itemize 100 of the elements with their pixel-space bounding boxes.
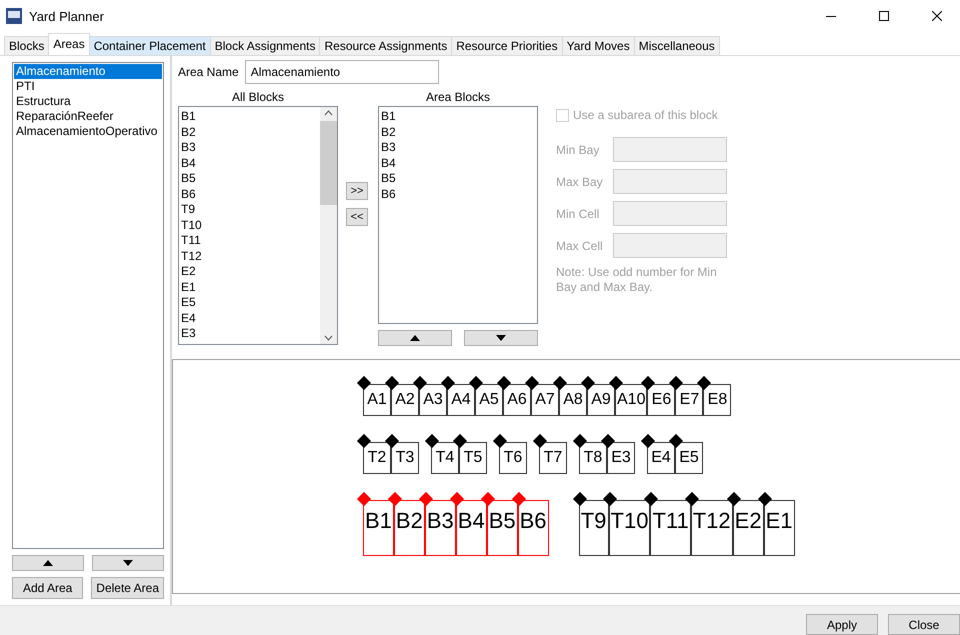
block-list-item[interactable]: B6 [381,186,535,202]
footer-button[interactable]: Close [888,614,960,635]
subarea-checkbox-label: Use a subarea of this block [573,108,718,122]
yard-block: A2 [391,384,419,416]
yard-block: E7 [675,384,704,416]
yard-block: B5 [486,500,518,556]
area-blocks-heading: Area Blocks [426,90,490,104]
down-arrow-icon [496,335,506,341]
yard-block: T5 [459,442,487,474]
field-label: Min Cell [556,206,600,220]
yard-block: E1 [764,500,794,556]
yard-block: E5 [675,442,703,474]
tab[interactable]: Blocks [4,36,50,55]
block-list-item[interactable]: E4 [181,310,318,326]
up-arrow-icon [43,560,53,566]
yard-block: T12 [690,500,733,556]
block-list-item[interactable]: B5 [181,171,318,186]
yard-block: A4 [447,384,475,416]
yard-block: E4 [647,442,675,474]
field-label: Max Bay [556,174,604,188]
block-list-item[interactable]: B2 [181,124,318,140]
move-down-button[interactable] [92,555,164,571]
all-blocks-heading: All Blocks [232,90,284,104]
yard-block: T9 [578,500,609,556]
block-list-item[interactable]: B1 [181,109,318,124]
block-list-item[interactable]: B4 [181,156,318,171]
yard-block: T7 [539,442,567,474]
yard-block: T8 [579,442,607,474]
field-label: Min Bay [556,142,600,156]
tab[interactable]: Yard Moves [562,36,635,55]
block-list-item[interactable]: E5 [181,295,318,310]
window-title: Yard Planner [29,8,105,24]
input-field[interactable] [613,169,727,194]
area-list-item[interactable]: Estructura [14,94,162,109]
yard-block: E6 [647,384,676,416]
scrollbar[interactable] [320,107,337,344]
transfer-button[interactable]: >> [346,182,368,200]
delete-area-button[interactable]: Delete Area [91,577,164,599]
field-label: Max Cell [556,238,604,252]
add-area-button[interactable]: Add Area [12,577,84,599]
yard-block: T3 [391,442,419,474]
block-list-item[interactable]: B3 [181,140,318,156]
yard-block: A1 [363,384,391,416]
block-list-item[interactable]: T11 [181,233,318,248]
block-list-item[interactable]: B3 [381,140,535,156]
yard-block: T10 [608,500,650,556]
transfer-button[interactable]: << [346,208,368,226]
block-list-item[interactable]: B2 [381,124,535,140]
move-up-button[interactable] [12,555,84,571]
yard-block: A9 [587,384,615,416]
yard-block: E2 [732,500,764,556]
yard-block: T6 [499,442,527,474]
tab[interactable]: Miscellaneous [634,36,720,55]
input-field[interactable] [613,201,727,226]
block-list-item[interactable]: T12 [181,248,318,264]
maximize-icon [879,11,889,21]
block-list-item[interactable]: E3 [181,326,318,342]
app-logo-icon [6,8,22,24]
yard-block: B3 [424,500,456,556]
area-name-field[interactable]: Almacenamiento [244,60,439,84]
yard-block: A10 [615,384,648,416]
block-list-item[interactable]: E2 [181,264,318,280]
tab[interactable]: Container Placement [88,36,211,55]
yard-block: A7 [531,384,559,416]
area-list-item[interactable]: AlmacenamientoOperativo [14,124,162,139]
yard-block: A3 [419,384,447,416]
move-down-button[interactable] [464,330,538,346]
tab[interactable]: Resource Priorities [451,36,563,55]
yard-block: T4 [431,442,459,474]
note-text: Note: Use odd number for Min Bay and Max Bay. [556,265,718,295]
area-name-label: Area Name [178,65,239,79]
area-list-item[interactable]: ReparaciónReefer [14,109,162,124]
yard-block: A8 [559,384,587,416]
area-list-item[interactable]: PTI [14,79,162,94]
yard-block: T11 [650,500,691,556]
footer-button[interactable]: Apply [806,614,878,635]
block-list-item[interactable]: B1 [381,109,535,124]
input-field[interactable] [613,233,727,258]
move-up-button[interactable] [378,330,452,346]
input-field[interactable] [613,137,727,162]
block-list-item[interactable]: B4 [381,156,535,171]
block-list-item[interactable]: T9 [181,202,318,218]
yard-block: A5 [475,384,503,416]
area-list-item[interactable]: Almacenamiento [14,64,162,79]
tab[interactable]: Block Assignments [210,36,320,55]
yard-block: T2 [363,442,391,474]
close-icon [932,11,942,21]
tab[interactable]: Resource Assignments [319,36,452,55]
yard-block: B4 [456,500,487,556]
block-list-item[interactable]: B5 [381,171,535,186]
yard-block: B6 [518,500,549,556]
yard-block: E8 [703,384,732,416]
yard-block: B1 [363,500,394,556]
block-list-item[interactable]: B6 [181,186,318,202]
yard-block: B2 [394,500,425,556]
yard-block: E3 [607,442,635,474]
down-arrow-icon [123,560,133,566]
up-arrow-icon [410,335,420,341]
block-list-item[interactable]: T10 [181,218,318,233]
block-list-item[interactable]: E1 [181,280,318,295]
